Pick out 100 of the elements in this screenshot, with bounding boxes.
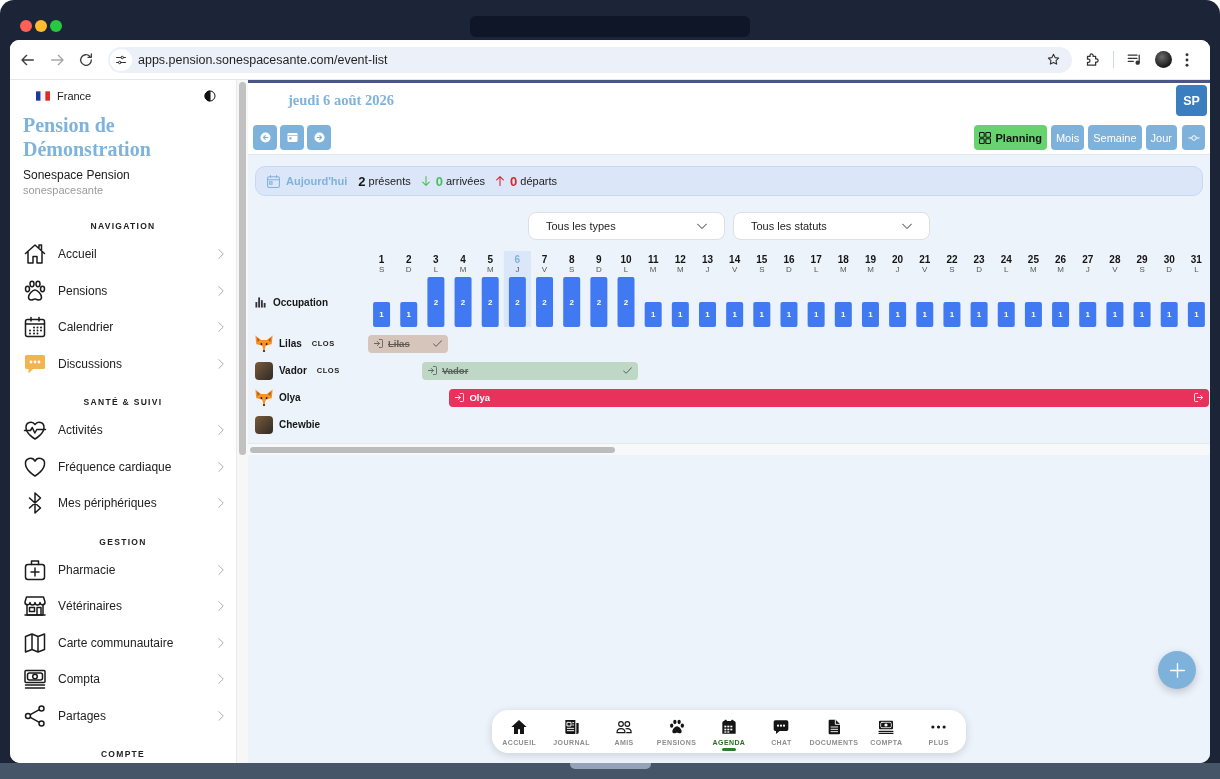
stay-bar[interactable]: Olya — [449, 388, 1210, 407]
day-number[interactable]: 27 — [1082, 254, 1094, 265]
pet-name[interactable]: Olya — [279, 392, 301, 403]
day-number[interactable]: 7 — [541, 254, 548, 265]
day-number[interactable]: 2 — [405, 254, 412, 265]
day-number[interactable]: 22 — [946, 254, 958, 265]
view-tab[interactable]: Planning — [974, 125, 1047, 150]
occupation-bar — [889, 302, 907, 327]
sidebar-item[interactable]: Activités — [10, 412, 236, 449]
pet-name[interactable]: Vador — [279, 365, 307, 376]
puzzle-icon[interactable] — [1085, 52, 1100, 67]
sidebar-item[interactable]: Compta — [10, 661, 236, 698]
pet-name[interactable]: Chewbie — [279, 419, 321, 430]
theme-toggle-icon[interactable] — [204, 90, 216, 102]
bar-value-label: 1 — [868, 310, 873, 320]
occupation-bar — [753, 302, 771, 327]
day-number[interactable]: 5 — [487, 254, 493, 265]
menu-icon[interactable] — [1185, 52, 1189, 67]
day-number[interactable]: 18 — [837, 254, 849, 265]
sidebar-item[interactable]: Accueil — [10, 236, 236, 273]
occupation-bar — [671, 302, 689, 327]
sidebar-item[interactable]: Discussions — [10, 345, 236, 382]
day-number[interactable]: 17 — [810, 254, 822, 265]
weekday-letter: J — [515, 265, 520, 275]
scrollbar-thumb[interactable] — [239, 82, 246, 455]
day-number[interactable]: 23 — [973, 254, 985, 265]
day-number[interactable]: 13 — [701, 254, 714, 265]
stat-label: présents — [368, 175, 411, 187]
stay-bar[interactable]: Lilas — [368, 334, 448, 353]
occupation-bar — [780, 302, 798, 327]
occupation-bar — [997, 302, 1015, 327]
day-number[interactable]: 25 — [1027, 254, 1039, 265]
stay-label: Vador — [441, 365, 469, 376]
occupation-bar — [454, 277, 472, 327]
site-settings-button[interactable] — [110, 48, 132, 71]
day-number[interactable]: 26 — [1055, 254, 1067, 265]
chevron-right-icon — [218, 358, 224, 369]
sidebar-item[interactable]: Calendrier — [10, 309, 236, 346]
scrollbar-thumb[interactable] — [250, 447, 615, 453]
occupation-bar — [536, 277, 554, 327]
weekday-letter: M — [649, 265, 657, 275]
day-number[interactable]: 24 — [1000, 254, 1012, 265]
day-number[interactable]: 28 — [1109, 254, 1121, 265]
day-number[interactable]: 31 — [1190, 254, 1202, 265]
stat-value: 0 — [510, 173, 518, 189]
pet-photo — [255, 361, 273, 380]
day-number[interactable]: 11 — [647, 254, 659, 265]
day-number[interactable]: 16 — [783, 254, 795, 265]
stay-bar[interactable]: Vador — [421, 361, 638, 380]
sidebar-item[interactable]: Pensions — [10, 272, 236, 309]
sidebar-item[interactable]: Carte communautaire — [10, 624, 236, 661]
sidebar-item[interactable]: Mes périphériques — [10, 485, 236, 522]
day-number[interactable]: 20 — [892, 254, 904, 265]
weekday-letter: S — [378, 265, 385, 275]
bar-value-label: 2 — [515, 298, 520, 307]
day-number[interactable]: 1 — [378, 254, 385, 265]
window-close-button[interactable] — [20, 20, 32, 32]
occupation-bar — [1106, 302, 1124, 327]
sidebar-item[interactable]: Fréquence cardiaque — [10, 448, 236, 485]
window-minimize-button[interactable] — [35, 20, 47, 32]
chevron-down-icon — [697, 223, 707, 229]
filter-dropdown[interactable]: Tous les types — [528, 212, 725, 240]
pet-name[interactable]: Lilas — [279, 338, 302, 349]
day-number[interactable]: 15 — [756, 254, 768, 265]
fox-icon — [255, 388, 273, 407]
heart-pulse-icon — [23, 418, 47, 443]
filter-dropdown[interactable]: Tous les statuts — [733, 212, 930, 240]
sidebar-item[interactable]: Partages — [10, 697, 236, 734]
day-number[interactable]: 9 — [596, 254, 602, 265]
day-number[interactable]: 8 — [568, 254, 575, 265]
profile-avatar[interactable] — [1155, 51, 1172, 68]
more-dots-icon — [931, 725, 947, 729]
day-number[interactable]: 14 — [729, 254, 741, 265]
sidebar-item[interactable]: Pharmacie — [10, 551, 236, 588]
bar-value-label: 1 — [1139, 310, 1145, 320]
day-number[interactable]: 19 — [864, 254, 876, 265]
day-number[interactable]: 21 — [919, 254, 931, 265]
bar-value-label: 2 — [623, 298, 629, 307]
window-maximize-button[interactable] — [50, 20, 62, 32]
chevron-right-icon — [218, 322, 224, 333]
weekday-letter: M — [1057, 265, 1064, 275]
star-icon[interactable] — [1047, 53, 1060, 66]
day-number[interactable]: 29 — [1136, 254, 1148, 265]
day-number[interactable]: 3 — [433, 254, 439, 265]
day-number[interactable]: 10 — [620, 254, 632, 265]
chevron-right-icon — [218, 710, 224, 721]
weekday-letter: V — [922, 265, 928, 275]
user-avatar-button[interactable]: SP — [1176, 85, 1207, 116]
stat-label: arrivées — [445, 175, 486, 187]
home-icon — [511, 719, 528, 735]
weekday-letter: J — [1085, 265, 1090, 275]
newspaper-icon — [563, 719, 580, 735]
day-number[interactable]: 30 — [1163, 254, 1175, 265]
language-label[interactable]: France — [57, 90, 204, 102]
day-number[interactable]: 4 — [460, 254, 466, 265]
address-bar[interactable]: apps.pension.sonespacesante.com/event-list — [108, 46, 1072, 73]
occupation-bar — [481, 277, 499, 327]
playlist-icon[interactable] — [1127, 52, 1142, 67]
sidebar-item[interactable]: Vétérinaires — [10, 588, 236, 625]
day-number[interactable]: 12 — [674, 254, 686, 265]
